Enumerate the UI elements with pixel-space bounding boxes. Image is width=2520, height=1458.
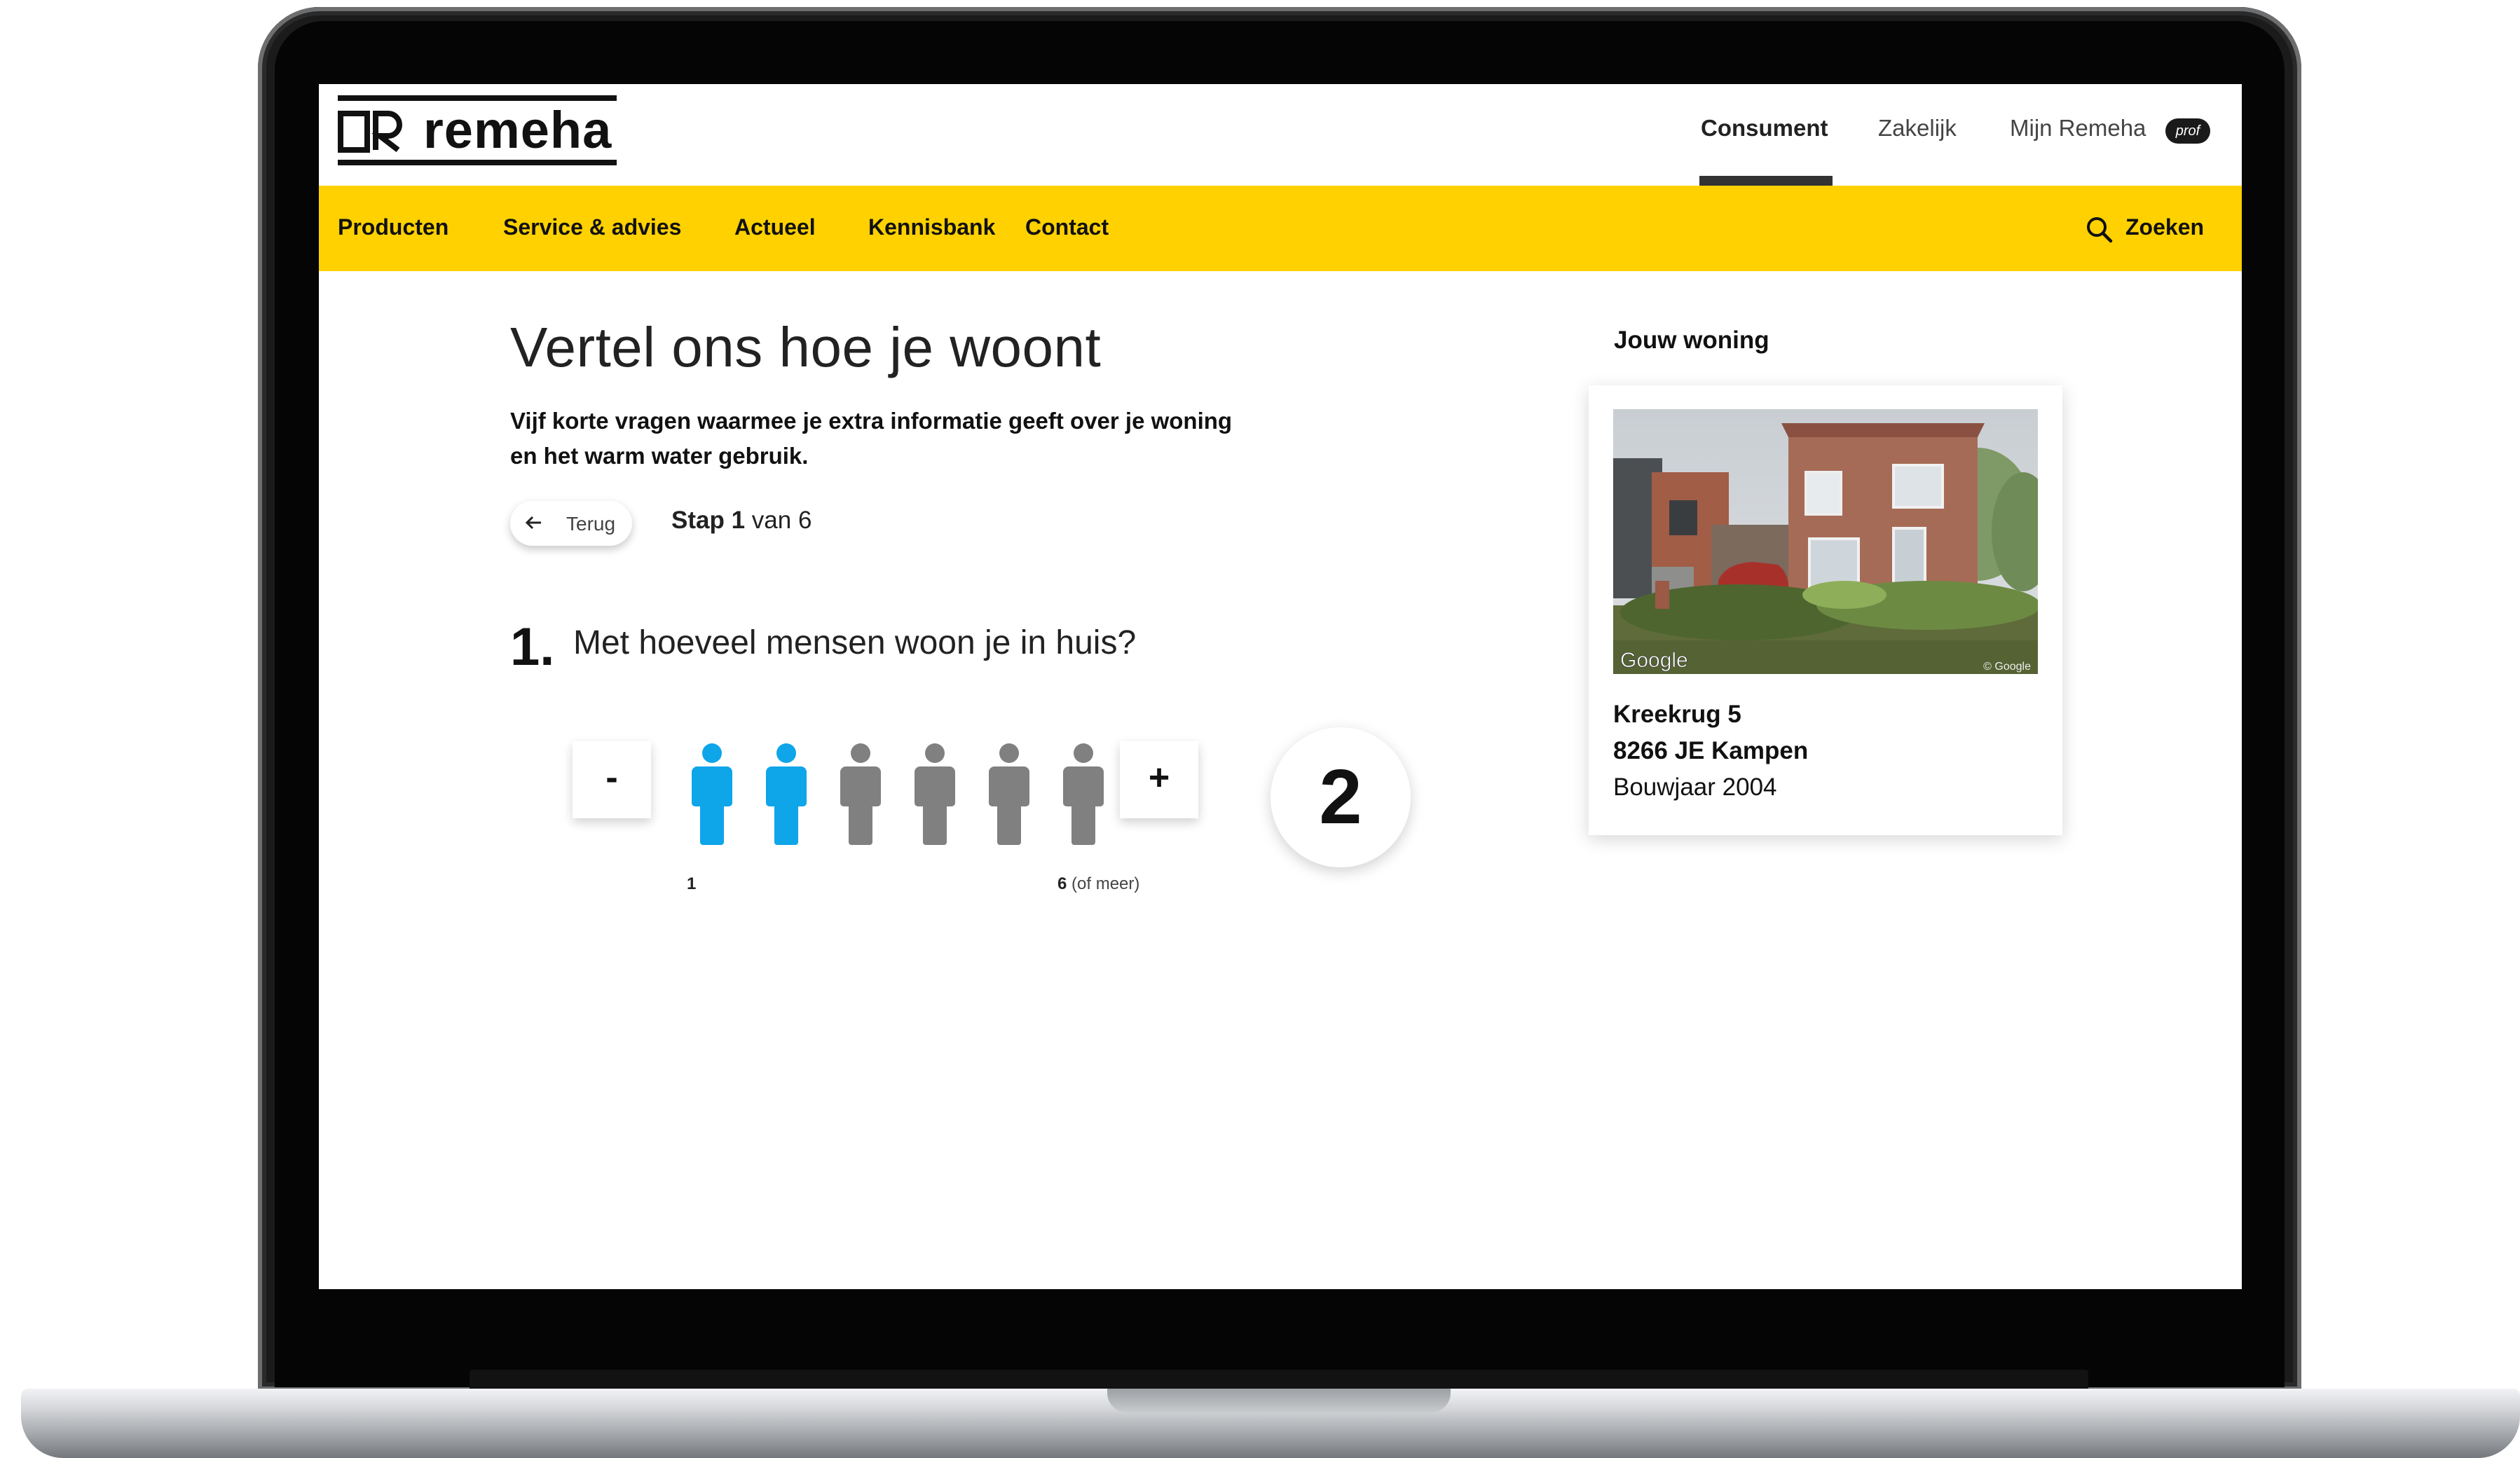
- house-street: Kreekrug 5: [1613, 701, 1741, 728]
- nav-producten[interactable]: Producten: [338, 214, 448, 240]
- active-nav-indicator: [1699, 176, 1833, 186]
- house-build-year: Bouwjaar 2004: [1613, 773, 1777, 801]
- page-title: Vertel ons hoe je woont: [510, 316, 1102, 378]
- decrement-button[interactable]: -: [573, 741, 651, 818]
- step-indicator: Stap 1 van 6: [671, 507, 812, 535]
- back-label: Terug: [566, 513, 616, 535]
- person-icon[interactable]: [763, 743, 809, 845]
- prof-badge: prof: [2165, 118, 2210, 144]
- person-icon[interactable]: [1060, 743, 1107, 845]
- laptop-notch: [1107, 1389, 1451, 1412]
- nav-kennisbank[interactable]: Kennisbank: [868, 214, 995, 240]
- question-text: Met hoeveel mensen woon je in huis?: [573, 624, 1137, 661]
- person-icon[interactable]: [986, 743, 1032, 845]
- google-copyright: © Google: [1983, 661, 2031, 673]
- arrow-left-icon: [525, 516, 541, 530]
- topnav-zakelijk[interactable]: Zakelijk: [1878, 115, 1957, 142]
- scale-min-label: 1: [687, 874, 697, 893]
- google-watermark: Google: [1620, 649, 1688, 672]
- nav-service-advies[interactable]: Service & advies: [503, 214, 681, 240]
- topnav-consument[interactable]: Consument: [1701, 115, 1828, 142]
- person-icon[interactable]: [689, 743, 735, 845]
- step-label: Stap: [671, 507, 725, 534]
- scale-max-suffix: (of meer): [1071, 874, 1140, 893]
- screen: remeha Consument Zakelijk Mijn Remeha pr…: [319, 84, 2242, 1289]
- topnav-mijn-remeha[interactable]: Mijn Remeha: [2010, 115, 2146, 142]
- remeha-logo[interactable]: remeha: [338, 95, 617, 165]
- step-total: van 6: [751, 507, 812, 534]
- increment-button[interactable]: +: [1120, 741, 1198, 818]
- house-card: Google © Google Kreekrug 5 8266 JE Kampe…: [1589, 385, 2062, 835]
- back-button[interactable]: Terug: [510, 501, 632, 546]
- house-card-title: Jouw woning: [1614, 326, 1769, 354]
- scale-max-label: 6 (of meer): [1057, 874, 1139, 894]
- people-count: 2: [1271, 727, 1411, 867]
- logo-bottom-rule: [338, 160, 617, 165]
- house-city: 8266 JE Kampen: [1613, 737, 1809, 764]
- site-header: remeha Consument Zakelijk Mijn Remeha pr…: [319, 84, 2242, 186]
- laptop-hinge: [470, 1370, 2088, 1389]
- page-intro: Vijf korte vragen waarmee je extra infor…: [510, 408, 1233, 469]
- house-photo: Google © Google: [1613, 409, 2038, 674]
- search-icon[interactable]: [2085, 215, 2113, 243]
- step-current: 1: [731, 507, 746, 534]
- logo-wordmark: remeha: [423, 101, 612, 159]
- person-icon[interactable]: [912, 743, 958, 845]
- logo-mark-icon: [338, 111, 402, 153]
- scale-max-number: 6: [1057, 874, 1067, 893]
- nav-contact[interactable]: Contact: [1025, 214, 1109, 240]
- nav-actueel[interactable]: Actueel: [734, 214, 816, 240]
- search-button[interactable]: Zoeken: [2125, 214, 2204, 240]
- main-nav-bar: Producten Service & advies Actueel Kenni…: [319, 186, 2242, 271]
- logo-top-rule: [338, 95, 617, 101]
- question-number: 1.: [510, 617, 555, 677]
- person-icon[interactable]: [837, 743, 884, 845]
